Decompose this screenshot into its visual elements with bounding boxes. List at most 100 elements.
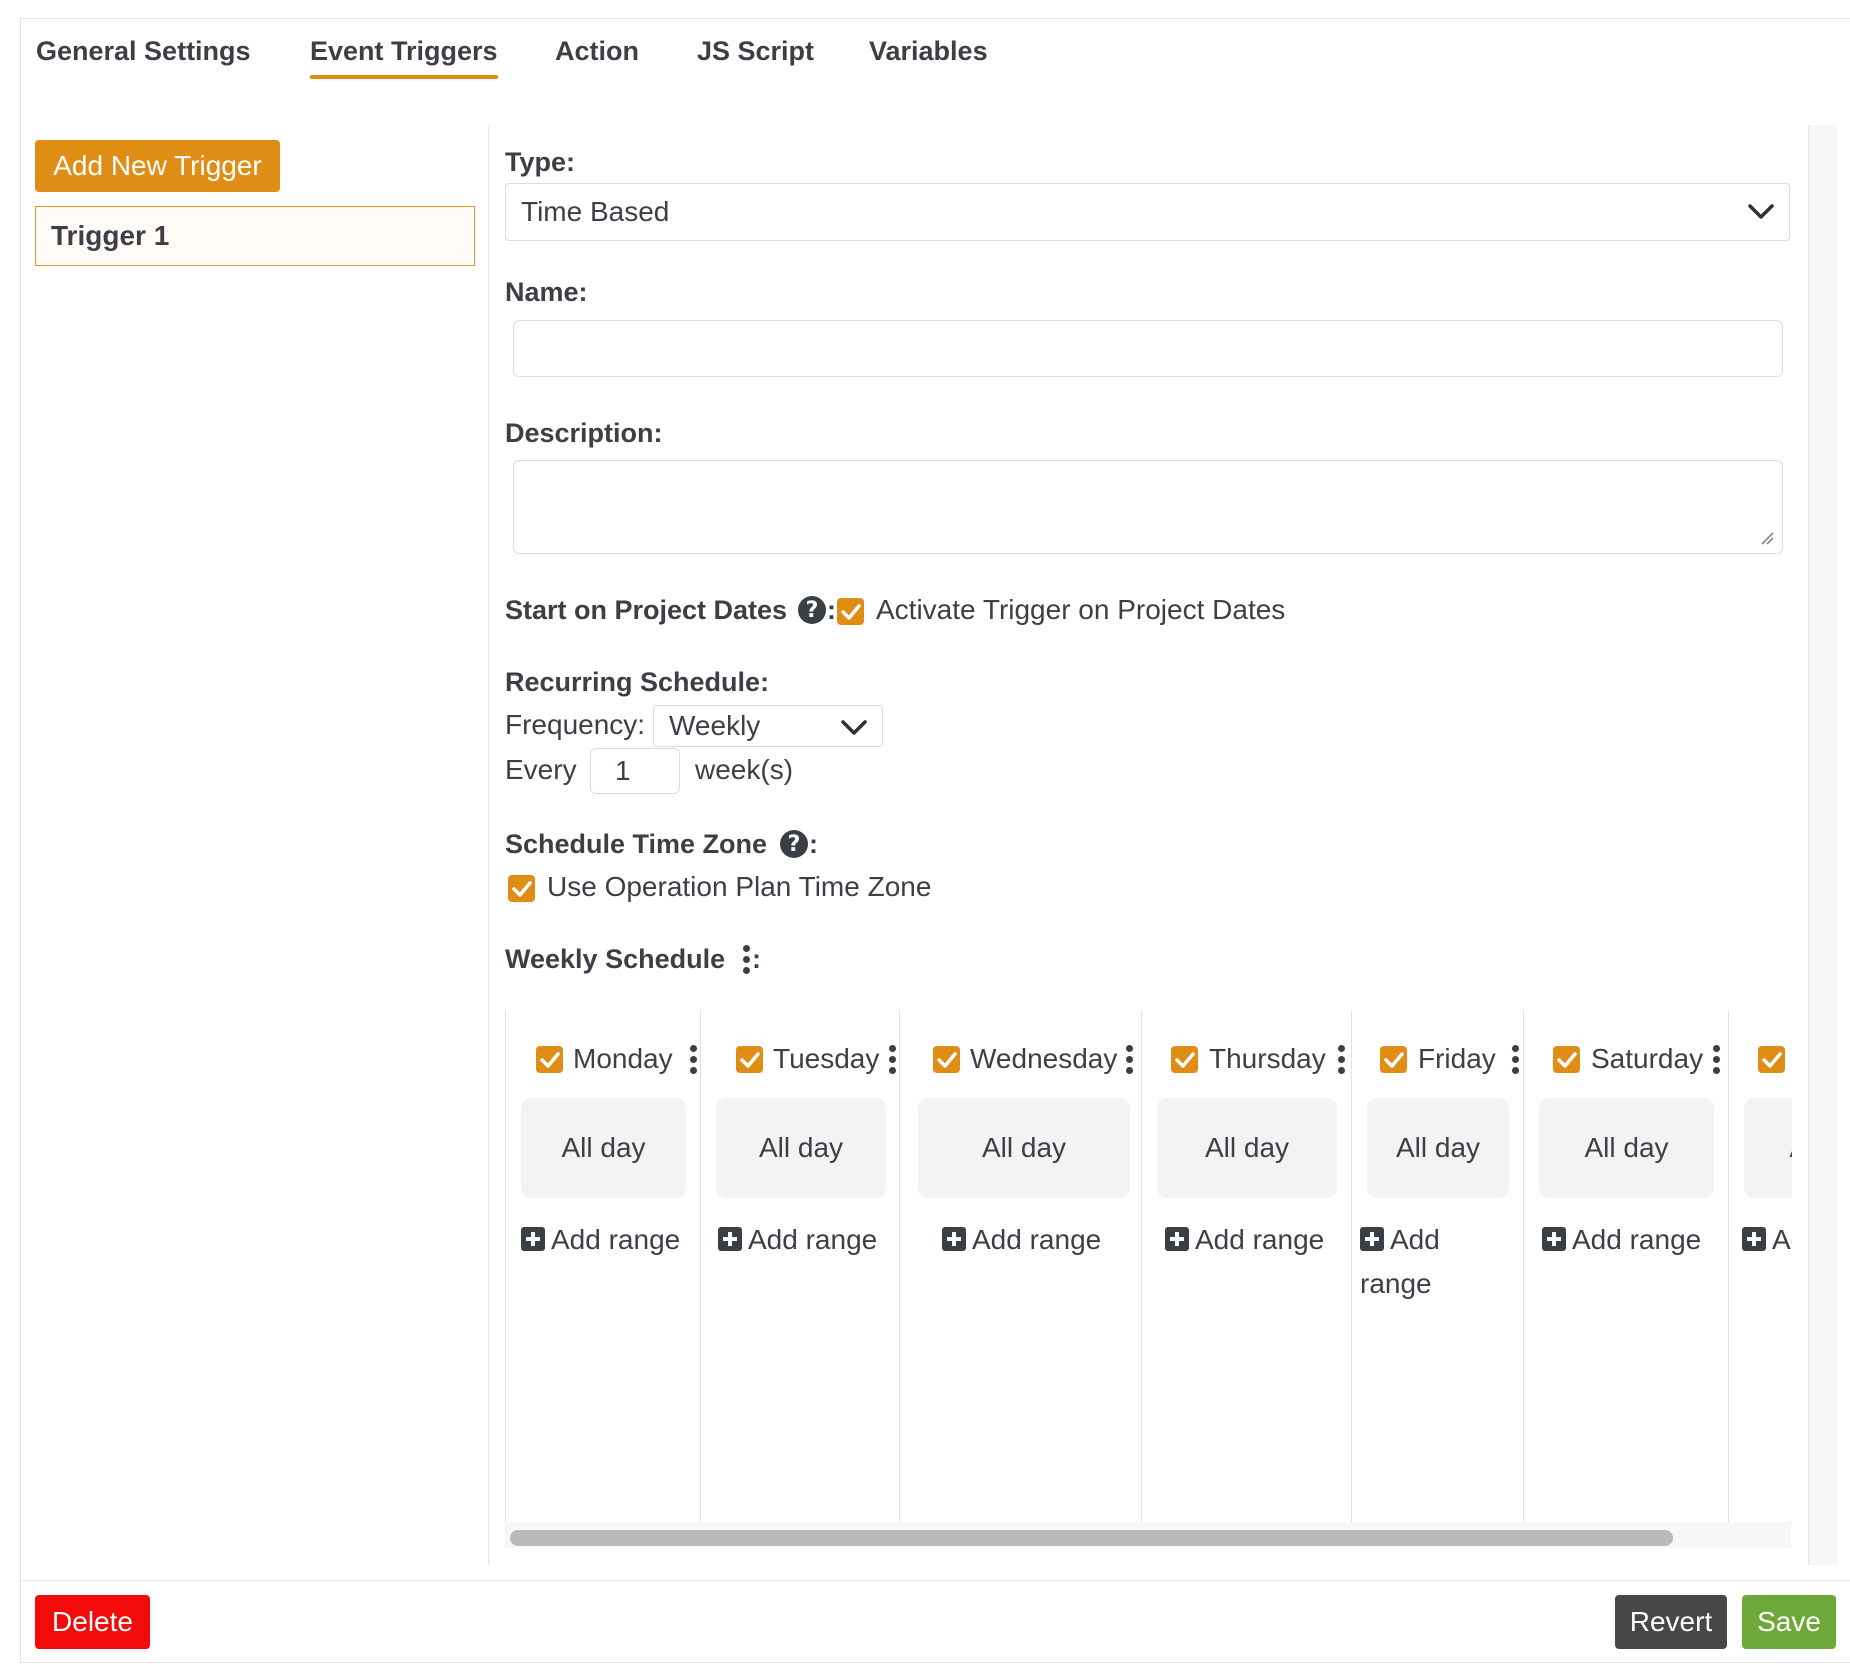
tab-js-script[interactable]: JS Script bbox=[697, 36, 814, 67]
add-range-button[interactable]: Add range bbox=[1165, 1218, 1350, 1262]
tab-action[interactable]: Action bbox=[555, 36, 639, 67]
checkmark-icon bbox=[840, 603, 861, 620]
delete-button[interactable]: Delete bbox=[35, 1595, 150, 1649]
every-label: Every bbox=[505, 754, 577, 785]
checkmark-icon bbox=[1556, 1051, 1577, 1068]
add-range-button[interactable]: Add range bbox=[718, 1218, 898, 1262]
label-colon: : bbox=[809, 829, 818, 859]
day-column-tuesday: Tuesday All day Add range bbox=[701, 1010, 900, 1522]
chevron-down-icon bbox=[1748, 204, 1774, 219]
use-operation-plan-tz-label: Use Operation Plan Time Zone bbox=[547, 871, 932, 902]
day-checkbox-tuesday[interactable] bbox=[736, 1046, 763, 1073]
description-textarea[interactable] bbox=[513, 460, 1783, 554]
day-column-thursday: Thursday All day Add range bbox=[1142, 1010, 1352, 1522]
type-select[interactable]: Time Based bbox=[505, 183, 1790, 241]
weekly-schedule-menu-icon[interactable] bbox=[743, 945, 751, 975]
checkmark-icon bbox=[539, 1051, 560, 1068]
panel-divider bbox=[488, 125, 489, 1565]
recurring-schedule-label: Recurring Schedule: bbox=[505, 667, 770, 697]
day-checkbox-thursday[interactable] bbox=[1171, 1046, 1198, 1073]
frequency-select[interactable]: Weekly bbox=[653, 705, 883, 747]
plus-square-icon bbox=[1360, 1227, 1384, 1251]
day-name: Friday bbox=[1418, 1043, 1496, 1074]
day-checkbox-friday[interactable] bbox=[1380, 1046, 1407, 1073]
weekly-schedule-grid: Monday All day Add range Tuesday All day… bbox=[505, 1010, 1792, 1523]
save-button[interactable]: Save bbox=[1742, 1595, 1836, 1649]
name-input[interactable] bbox=[513, 320, 1783, 377]
horizontal-scrollbar-thumb[interactable] bbox=[510, 1530, 1673, 1546]
plus-square-icon bbox=[942, 1227, 966, 1251]
add-range-button[interactable]: Add range bbox=[1742, 1218, 1792, 1262]
tab-variables[interactable]: Variables bbox=[869, 36, 988, 67]
frequency-label: Frequency: bbox=[505, 709, 646, 740]
label-colon: : bbox=[752, 944, 761, 974]
type-label: Type: bbox=[505, 147, 576, 177]
description-label: Description: bbox=[505, 418, 663, 448]
checkmark-icon bbox=[936, 1051, 957, 1068]
plus-square-icon bbox=[1542, 1227, 1566, 1251]
all-day-slot[interactable]: All day bbox=[918, 1098, 1130, 1198]
label-colon: : bbox=[827, 595, 836, 625]
checkmark-icon bbox=[1383, 1051, 1404, 1068]
day-column-saturday: Saturday All day Add range bbox=[1524, 1010, 1729, 1522]
day-menu-icon[interactable] bbox=[889, 1045, 897, 1075]
day-menu-icon[interactable] bbox=[690, 1045, 698, 1075]
trigger-list-item[interactable]: Trigger 1 bbox=[35, 206, 475, 266]
day-name: Tuesday bbox=[773, 1043, 880, 1074]
day-menu-icon[interactable] bbox=[1512, 1045, 1520, 1075]
weekly-schedule-label: Weekly Schedule bbox=[505, 944, 726, 974]
tab-event-triggers[interactable]: Event Triggers bbox=[310, 36, 498, 79]
every-unit-label: week(s) bbox=[695, 754, 794, 785]
plus-square-icon bbox=[718, 1227, 742, 1251]
all-day-slot[interactable]: All day bbox=[716, 1098, 886, 1198]
all-day-slot[interactable]: All day bbox=[1157, 1098, 1337, 1198]
resize-handle-icon[interactable] bbox=[1760, 531, 1774, 545]
every-interval-input[interactable] bbox=[590, 748, 680, 794]
checkmark-icon bbox=[1174, 1051, 1195, 1068]
all-day-slot[interactable]: All day bbox=[1744, 1098, 1792, 1198]
day-checkbox-sunday[interactable] bbox=[1758, 1046, 1785, 1073]
revert-button[interactable]: Revert bbox=[1615, 1595, 1727, 1649]
help-icon[interactable]: ? bbox=[798, 596, 826, 624]
day-column-wednesday: Wednesday All day Add range bbox=[900, 1010, 1142, 1522]
plus-square-icon bbox=[1742, 1227, 1766, 1251]
day-checkbox-monday[interactable] bbox=[536, 1046, 563, 1073]
checkmark-icon bbox=[1761, 1051, 1782, 1068]
add-new-trigger-button[interactable]: Add New Trigger bbox=[35, 140, 280, 192]
all-day-slot[interactable]: All day bbox=[521, 1098, 686, 1198]
help-icon[interactable]: ? bbox=[780, 830, 808, 858]
day-checkbox-saturday[interactable] bbox=[1553, 1046, 1580, 1073]
schedule-time-zone-label: Schedule Time Zone bbox=[505, 829, 768, 859]
vertical-scrollbar[interactable] bbox=[1808, 125, 1837, 1565]
type-select-value: Time Based bbox=[521, 196, 670, 227]
day-checkbox-wednesday[interactable] bbox=[933, 1046, 960, 1073]
plus-square-icon bbox=[1165, 1227, 1189, 1251]
day-menu-icon[interactable] bbox=[1126, 1045, 1134, 1075]
all-day-slot[interactable]: All day bbox=[1539, 1098, 1714, 1198]
day-menu-icon[interactable] bbox=[1338, 1045, 1346, 1075]
activate-trigger-label: Activate Trigger on Project Dates bbox=[876, 594, 1286, 625]
add-range-button[interactable]: Add range bbox=[1542, 1218, 1727, 1262]
checkmark-icon bbox=[511, 880, 532, 897]
day-column-sunday: All day Add range bbox=[1729, 1010, 1792, 1522]
day-name: Monday bbox=[573, 1043, 673, 1074]
day-column-monday: Monday All day Add range bbox=[506, 1010, 701, 1522]
day-menu-icon[interactable] bbox=[1713, 1045, 1721, 1075]
day-name: Saturday bbox=[1591, 1043, 1704, 1074]
day-name: Thursday bbox=[1209, 1043, 1326, 1074]
day-name: Wednesday bbox=[970, 1043, 1118, 1074]
frequency-select-value: Weekly bbox=[669, 710, 761, 741]
add-range-button[interactable]: Add range bbox=[521, 1218, 696, 1262]
checkmark-icon bbox=[739, 1051, 760, 1068]
name-label: Name: bbox=[505, 277, 588, 307]
all-day-slot[interactable]: All day bbox=[1367, 1098, 1509, 1198]
add-range-button[interactable]: Add range bbox=[1360, 1218, 1455, 1306]
use-operation-plan-tz-checkbox[interactable] bbox=[508, 875, 535, 902]
day-column-friday: Friday All day Add range bbox=[1352, 1010, 1524, 1522]
activate-trigger-checkbox[interactable] bbox=[837, 598, 864, 625]
footer-divider bbox=[20, 1580, 1850, 1581]
start-on-project-dates-label: Start on Project Dates bbox=[505, 595, 788, 625]
chevron-down-icon bbox=[841, 720, 867, 735]
add-range-button[interactable]: Add range bbox=[942, 1218, 1137, 1262]
tab-general-settings[interactable]: General Settings bbox=[36, 36, 251, 67]
